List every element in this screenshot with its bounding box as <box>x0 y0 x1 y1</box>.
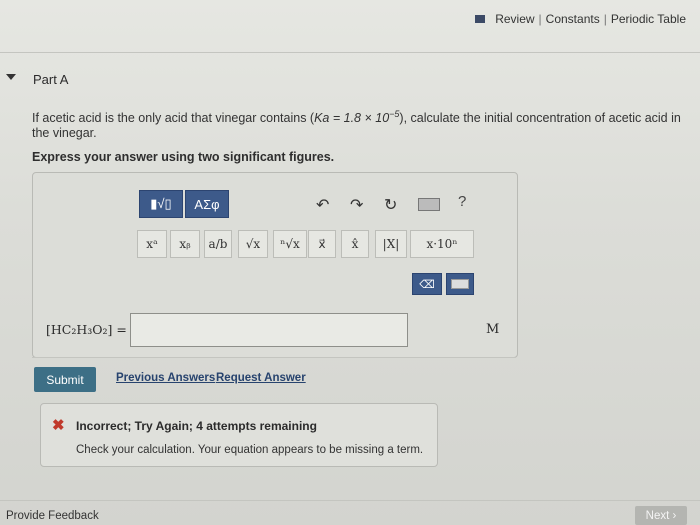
feedback-message: Check your calculation. Your equation ap… <box>76 444 424 456</box>
separator: | <box>538 12 542 26</box>
backspace-icon[interactable]: ⌫ <box>412 273 442 295</box>
fraction-button[interactable]: a/b <box>204 230 232 258</box>
sqrt-button[interactable]: √x <box>238 230 268 258</box>
editor-toolbar: ▮√▯ ΑΣφ <box>139 190 229 218</box>
feedback-title: Incorrect; Try Again; 4 attempts remaini… <box>76 419 317 433</box>
collapse-caret-icon[interactable] <box>6 74 16 80</box>
request-answer-link[interactable]: Request Answer <box>216 372 306 384</box>
vector-button[interactable]: x⃗ <box>308 230 336 258</box>
subscript-button[interactable]: xᵦ <box>170 230 200 258</box>
hat-button[interactable]: x̂ <box>341 230 369 258</box>
nth-root-button[interactable]: ⁿ√x <box>273 230 307 258</box>
separator: | <box>603 12 607 26</box>
provide-feedback-link[interactable]: Provide Feedback <box>6 510 99 522</box>
redo-icon[interactable]: ↷ <box>350 195 363 215</box>
undo-icon[interactable]: ↶ <box>316 195 329 215</box>
periodic-table-link[interactable]: Periodic Table <box>611 12 686 26</box>
part-title: Part A <box>33 72 69 87</box>
previous-answers-link[interactable]: Previous Answers <box>116 372 215 384</box>
answer-label: [HC₂H₃O₂] = <box>46 322 127 337</box>
sci-notation-button[interactable]: x·10ⁿ <box>410 230 474 258</box>
instruction-text: Express your answer using two significan… <box>32 150 335 164</box>
keyboard-icon[interactable] <box>418 198 440 211</box>
keyboard-toggle-icon[interactable] <box>446 273 474 295</box>
feedback-panel <box>40 403 438 467</box>
ka-expression: Ka = 1.8 × 10−5 <box>314 109 400 126</box>
header-links: Review | Constants | Periodic Table <box>475 12 686 26</box>
help-icon[interactable]: ? <box>458 193 466 210</box>
header-divider <box>0 52 700 53</box>
answer-input[interactable] <box>130 313 408 347</box>
error-x-icon: ✖ <box>52 417 65 434</box>
greek-symbols-button[interactable]: ΑΣφ <box>185 190 229 218</box>
review-icon <box>475 15 486 23</box>
reset-icon[interactable]: ↻ <box>384 195 397 215</box>
unit-label: M <box>486 322 500 337</box>
submit-button[interactable]: Submit <box>34 367 96 392</box>
answer-divider <box>32 357 516 358</box>
constants-link[interactable]: Constants <box>546 12 600 26</box>
question-text: If acetic acid is the only acid that vin… <box>32 109 681 141</box>
abs-button[interactable]: |X| <box>375 230 407 258</box>
superscript-button[interactable]: xᵃ <box>137 230 167 258</box>
review-link[interactable]: Review <box>495 12 534 26</box>
footer-divider <box>0 500 700 501</box>
templates-button[interactable]: ▮√▯ <box>139 190 183 218</box>
next-button[interactable]: Next › <box>635 506 687 525</box>
